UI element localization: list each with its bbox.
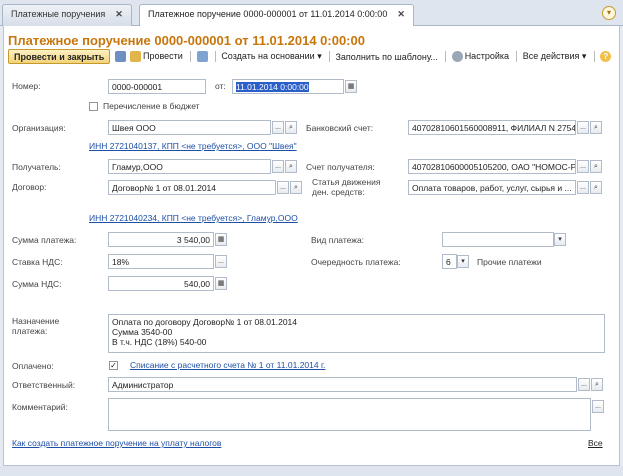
settings-button[interactable]: Настройка	[451, 51, 509, 63]
all-link[interactable]: Все	[588, 438, 603, 448]
priority-text: Прочие платежи	[477, 257, 542, 267]
select-button[interactable]: ...	[272, 121, 284, 134]
all-actions-button[interactable]: Все действия ▾	[523, 51, 587, 62]
sum-label: Сумма платежа:	[12, 235, 77, 245]
document-icon[interactable]	[196, 51, 208, 62]
recipient-account-label: Счет получателя:	[306, 162, 375, 172]
search-icon[interactable]: ⌕	[590, 121, 602, 134]
search-icon[interactable]: ⌕	[290, 181, 302, 194]
budget-label: Перечисление в бюджет	[103, 101, 200, 111]
vat-sum-label: Сумма НДС:	[12, 279, 62, 289]
purpose-label: Назначение платежа:	[12, 316, 60, 336]
number-input[interactable]: 0000-000001	[108, 79, 206, 94]
purpose-textarea[interactable]: Оплата по договору Договор№ 1 от 08.01.2…	[108, 314, 605, 353]
chevron-down-icon[interactable]: ▾	[554, 233, 566, 246]
bank-account-input[interactable]: 40702810601560008911, ФИЛИАЛ N 2754 ...	[408, 120, 576, 135]
close-icon[interactable]: ✕	[397, 9, 405, 19]
purpose-line: Сумма 3540-00	[112, 327, 173, 337]
comment-textarea[interactable]	[108, 398, 591, 431]
organization-label: Организация:	[12, 123, 66, 133]
calendar-icon[interactable]: ▦	[345, 80, 357, 93]
tax-payment-help-link[interactable]: Как создать платежное поручение на уплат…	[12, 438, 221, 448]
create-based-on-button[interactable]: Создать на основании ▾	[221, 51, 321, 62]
cashflow-label: Статья движения ден. средств:	[312, 177, 381, 197]
toolbar: Провести и закрыть Провести Создать на о…	[8, 49, 613, 66]
payment-type-label: Вид платежа:	[311, 235, 365, 245]
select-button[interactable]: ...	[215, 255, 227, 268]
help-icon[interactable]: ?	[600, 51, 612, 62]
select-button[interactable]: ...	[592, 400, 604, 413]
tab-payment-orders-list[interactable]: Платежные поручения ✕	[2, 4, 132, 26]
tab-label: Платежные поручения	[11, 9, 106, 19]
sum-input[interactable]: 3 540,00	[108, 232, 214, 247]
comment-label: Комментарий:	[12, 402, 68, 412]
search-icon[interactable]: ⌕	[285, 160, 297, 173]
select-button[interactable]: ...	[272, 160, 284, 173]
budget-checkbox[interactable]	[89, 102, 98, 111]
divider	[516, 51, 518, 62]
recipient-inn-link[interactable]: ИНН 2721040234, КПП <не требуется>, Глам…	[89, 213, 298, 223]
page-title: Платежное поручение 0000-000001 от 11.01…	[8, 33, 365, 48]
post-button[interactable]: Провести	[129, 51, 183, 63]
search-icon[interactable]: ⌕	[590, 160, 602, 173]
priority-label: Очередность платежа:	[311, 257, 401, 267]
vat-rate-input[interactable]: 18%	[108, 254, 214, 269]
tab-payment-order[interactable]: Платежное поручение 0000-000001 от 11.01…	[139, 4, 414, 27]
select-button[interactable]: ...	[577, 160, 589, 173]
close-icon[interactable]: ✕	[115, 9, 123, 19]
recipient-account-input[interactable]: 40702810600005105200, ОАО "НОМОС-РЕ	[408, 159, 576, 174]
purpose-line: Оплата по договору Договор№ 1 от 08.01.2…	[112, 317, 298, 327]
select-button[interactable]: ...	[577, 181, 589, 194]
search-icon[interactable]: ⌕	[591, 378, 603, 391]
purpose-line: В т.ч. НДС (18%) 540-00	[112, 337, 207, 347]
divider	[214, 51, 216, 62]
chevron-down-icon[interactable]: ▾	[457, 255, 469, 268]
organization-input[interactable]: Швея ООО	[108, 120, 271, 135]
paid-document-link[interactable]: Списание с расчетного счета № 1 от 11.01…	[130, 360, 325, 370]
chevron-down-icon[interactable]: ▾	[602, 6, 616, 20]
search-icon[interactable]: ⌕	[590, 181, 602, 194]
paid-label: Оплачено:	[12, 361, 54, 371]
calculator-icon[interactable]: ▦	[215, 277, 227, 290]
select-button[interactable]: ...	[277, 181, 289, 194]
search-icon[interactable]: ⌕	[285, 121, 297, 134]
date-input[interactable]: 11.01.2014 0:00:00	[232, 79, 344, 94]
contract-label: Договор:	[12, 182, 47, 192]
status-strip	[0, 466, 623, 476]
divider	[593, 51, 595, 62]
post-and-close-button[interactable]: Провести и закрыть	[8, 49, 111, 64]
contract-input[interactable]: Договор№ 1 от 08.01.2014	[108, 180, 276, 195]
recipient-label: Получатель:	[12, 162, 61, 172]
select-button[interactable]: ...	[578, 378, 590, 391]
responsible-label: Ответственный:	[12, 380, 76, 390]
save-icon[interactable]	[114, 51, 126, 62]
gear-icon	[451, 51, 463, 63]
divider	[329, 51, 331, 62]
organization-inn-link[interactable]: ИНН 2721040137, КПП <не требуется>, ООО …	[89, 141, 297, 151]
date-label: от:	[215, 81, 226, 91]
priority-select[interactable]: 6	[442, 254, 457, 269]
vat-sum-input[interactable]: 540,00	[108, 276, 214, 291]
divider	[445, 51, 447, 62]
cashflow-input[interactable]: Оплата товаров, работ, услуг, сырья и ..…	[408, 180, 576, 195]
tab-label: Платежное поручение 0000-000001 от 11.01…	[148, 9, 388, 19]
paid-checkbox[interactable]: ✓	[109, 361, 118, 370]
vat-rate-label: Ставка НДС:	[12, 257, 63, 267]
fill-by-template-button[interactable]: Заполнить по шаблону...	[335, 52, 437, 62]
date-value: 11.01.2014 0:00:00	[236, 82, 309, 92]
post-icon	[129, 51, 141, 63]
payment-type-select[interactable]	[442, 232, 554, 247]
recipient-input[interactable]: Гламур,ООО	[108, 159, 271, 174]
responsible-input[interactable]: Администратор	[108, 377, 577, 392]
number-label: Номер:	[12, 81, 41, 91]
divider	[190, 51, 192, 62]
select-button[interactable]: ...	[577, 121, 589, 134]
calculator-icon[interactable]: ▦	[215, 233, 227, 246]
bank-account-label: Банковский счет:	[306, 123, 374, 133]
